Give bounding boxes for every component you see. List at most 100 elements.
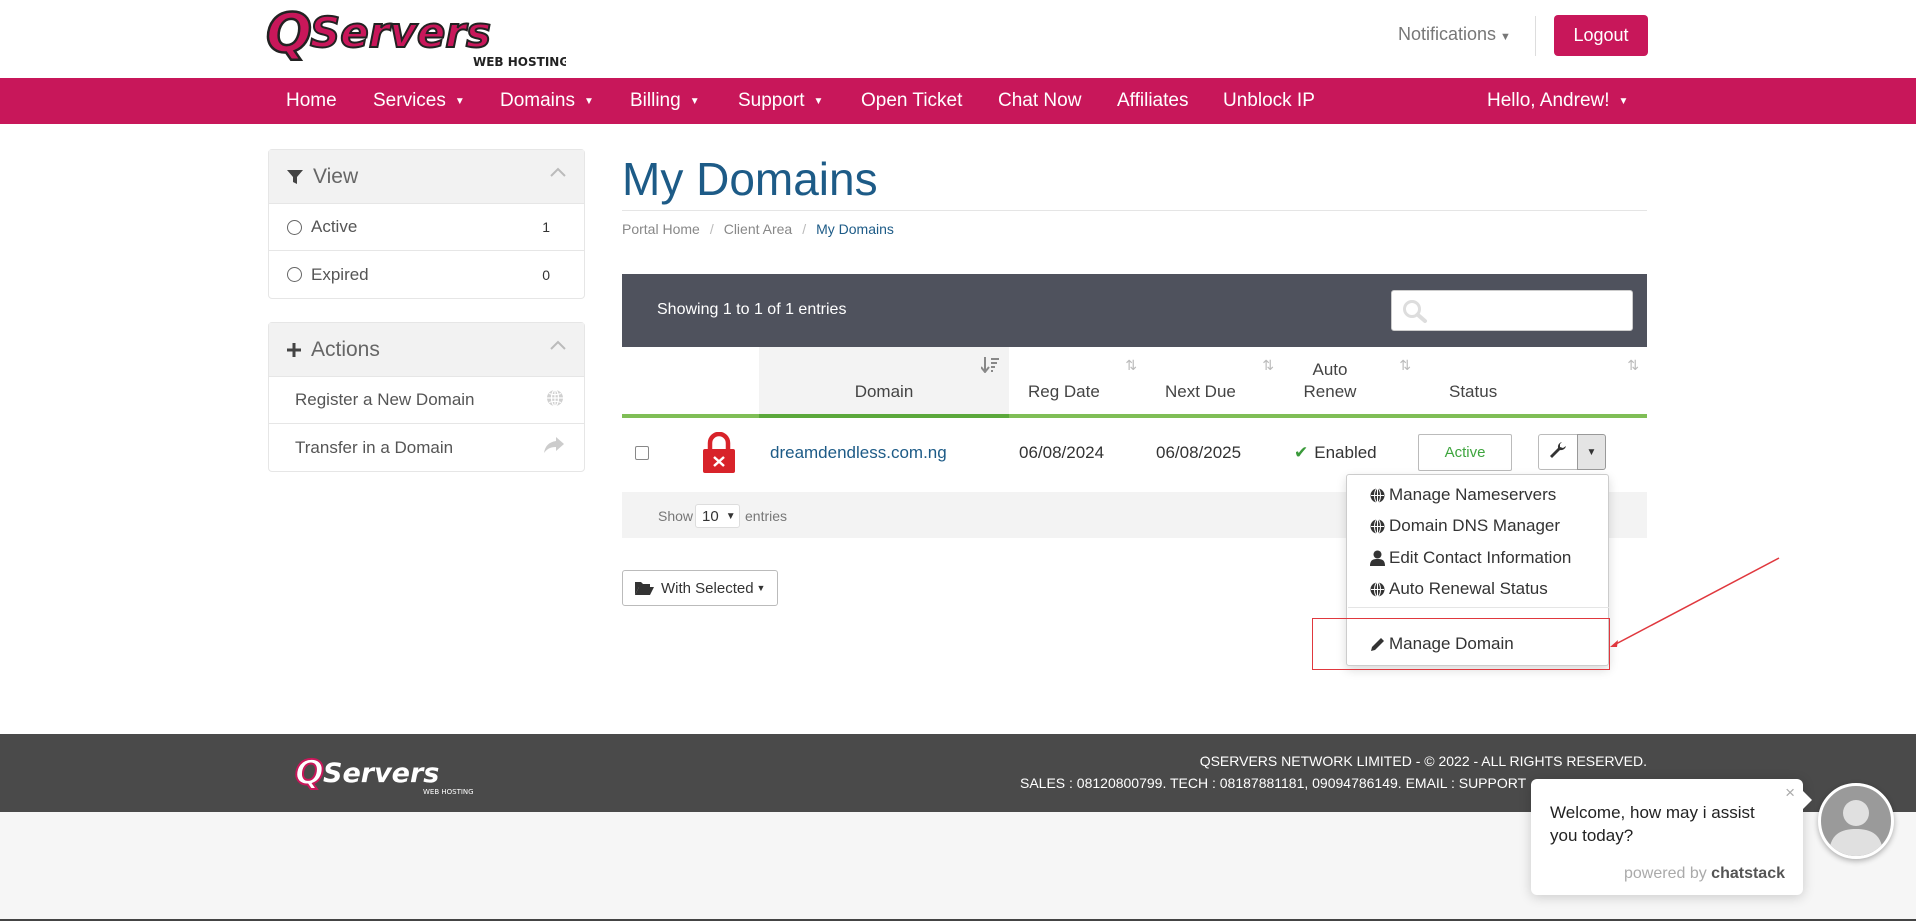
transfer-domain-link[interactable]: Transfer in a Domain (269, 424, 584, 471)
lock-icon (702, 431, 736, 479)
nav-support-label: Support (738, 90, 805, 111)
menu-divider (1348, 607, 1609, 608)
menu-item-dns-manager[interactable]: Domain DNS Manager (1370, 516, 1560, 536)
nav-support[interactable]: Support ▼ (738, 78, 823, 124)
nav-billing-label: Billing (630, 90, 681, 111)
view-panel-title: View (313, 164, 359, 188)
column-header-next-due[interactable]: Next Due ⇅ (1145, 347, 1282, 415)
view-panel-header[interactable]: View (269, 150, 584, 204)
footer-logo[interactable]: Q Servers WEB HOSTING (295, 754, 485, 798)
sort-icon: ⇅ (1399, 357, 1411, 373)
nav-services[interactable]: Services ▼ (373, 78, 465, 124)
sort-desc-icon (980, 357, 999, 376)
user-icon (1370, 550, 1389, 566)
globe-icon (1370, 581, 1389, 597)
nav-affiliates[interactable]: Affiliates (1117, 78, 1188, 124)
logout-button[interactable]: Logout (1554, 15, 1648, 56)
caret-down-icon: ▼ (1500, 31, 1511, 43)
nav-home[interactable]: Home (286, 78, 337, 124)
search-input[interactable] (1391, 290, 1633, 331)
chat-message: Welcome, how may i assist you today? (1550, 803, 1755, 845)
chat-tail (1803, 791, 1812, 809)
chat-popup[interactable]: × Welcome, how may i assist you today? p… (1531, 779, 1812, 895)
actions-dropdown-toggle[interactable]: ▼ (1577, 434, 1606, 470)
table-header: Domain Reg Date ⇅ Next Due ⇅ Auto Renew … (622, 347, 1647, 418)
sort-icon: ⇅ (1627, 357, 1639, 373)
chevron-up-icon[interactable] (550, 164, 566, 182)
svg-text:Q: Q (266, 4, 312, 65)
close-icon[interactable]: × (1785, 783, 1795, 803)
with-selected-button[interactable]: With Selected ▼ (622, 570, 778, 606)
nav-user-label: Hello, Andrew! (1487, 90, 1610, 111)
header-underline-sorted (759, 414, 1009, 418)
caret-down-icon: ▼ (1586, 446, 1597, 458)
caret-down-icon: ▼ (1618, 95, 1629, 107)
svg-text:WEB HOSTING: WEB HOSTING (423, 788, 474, 796)
page-size-select[interactable]: 10 ▼ (695, 504, 740, 528)
caret-down-icon: ▼ (813, 95, 824, 107)
domain-link[interactable]: dreamdendless.com.ng (770, 443, 947, 463)
row-checkbox[interactable] (635, 446, 649, 460)
filter-icon (287, 169, 303, 185)
nav-unblock-ip-label: Unblock IP (1223, 90, 1315, 111)
actions-panel-header[interactable]: Actions (269, 323, 584, 377)
site-header: Q Servers WEB HOSTING Notifications ▼ Log… (0, 0, 1916, 78)
column-header-reg-date[interactable]: Reg Date ⇅ (1009, 347, 1145, 415)
chat-avatar[interactable] (1818, 783, 1894, 859)
menu-item-edit-contact[interactable]: Edit Contact Information (1370, 548, 1571, 568)
filter-expired[interactable]: Expired 0 (269, 251, 584, 298)
reg-date-cell: 06/08/2024 (1019, 443, 1105, 462)
column-header-lock (680, 347, 760, 415)
breadcrumb: Portal Home / Client Area / My Domains (622, 221, 894, 237)
share-icon (544, 437, 564, 458)
svg-text:Servers: Servers (310, 8, 491, 57)
manage-button[interactable] (1538, 434, 1578, 470)
column-header-status[interactable]: Status (1419, 347, 1531, 415)
column-header-domain[interactable]: Domain (759, 347, 1009, 415)
breadcrumb-separator: / (709, 221, 714, 237)
globe-icon (546, 388, 564, 412)
nav-unblock-ip[interactable]: Unblock IP (1223, 78, 1315, 124)
nav-chat-now-label: Chat Now (998, 90, 1082, 111)
menu-item-auto-renewal[interactable]: Auto Renewal Status (1370, 579, 1548, 599)
nav-domains-label: Domains (500, 90, 575, 111)
register-domain-link[interactable]: Register a New Domain (269, 377, 584, 424)
transfer-domain-label: Transfer in a Domain (295, 437, 454, 457)
nav-open-ticket-label: Open Ticket (861, 90, 963, 111)
radio-button[interactable] (287, 267, 302, 282)
highlight-annotation (1312, 618, 1610, 670)
nav-affiliates-label: Affiliates (1117, 90, 1189, 111)
notifications-menu[interactable]: Notifications ▼ (1398, 24, 1511, 45)
svg-text:Servers: Servers (323, 758, 439, 789)
filter-active-label: Active (311, 217, 358, 236)
caret-down-icon: ▼ (689, 95, 700, 107)
filter-active[interactable]: Active 1 (269, 204, 584, 251)
qservers-logo[interactable]: Q Servers WEB HOSTING (266, 4, 566, 70)
folder-open-icon (635, 581, 654, 596)
title-divider (622, 210, 1647, 211)
nav-chat-now[interactable]: Chat Now (998, 78, 1081, 124)
globe-icon (1370, 487, 1389, 503)
column-header-actions[interactable]: ⇅ (1531, 347, 1647, 415)
radio-button[interactable] (287, 219, 302, 235)
filter-active-count: 1 (542, 219, 550, 235)
nav-user-menu[interactable]: Hello, Andrew! ▼ (1487, 78, 1628, 124)
filter-expired-label: Expired (311, 264, 369, 284)
sort-icon: ⇅ (1125, 357, 1137, 373)
nav-open-ticket[interactable]: Open Ticket (861, 78, 962, 124)
column-header-auto-renew[interactable]: Auto Renew ⇅ (1282, 347, 1419, 415)
nav-domains[interactable]: Domains ▼ (500, 78, 594, 124)
breadcrumb-current: My Domains (816, 221, 894, 237)
chevron-up-icon[interactable] (550, 337, 566, 355)
nav-billing[interactable]: Billing ▼ (630, 78, 700, 124)
breadcrumb-portal-home[interactable]: Portal Home (622, 221, 700, 237)
menu-item-manage-nameservers[interactable]: Manage Nameservers (1370, 485, 1556, 505)
nav-services-label: Services (373, 90, 446, 111)
breadcrumb-client-area[interactable]: Client Area (724, 221, 792, 237)
chat-powered-by: powered by chatstack (1624, 865, 1785, 883)
notifications-label: Notifications (1398, 24, 1497, 44)
register-domain-label: Register a New Domain (295, 390, 475, 409)
page-title: My Domains (622, 153, 878, 205)
main-nav: Home Services ▼ Domains ▼ Billing ▼ Support… (0, 78, 1916, 124)
view-panel: View Active 1 Expired 0 (268, 149, 585, 299)
